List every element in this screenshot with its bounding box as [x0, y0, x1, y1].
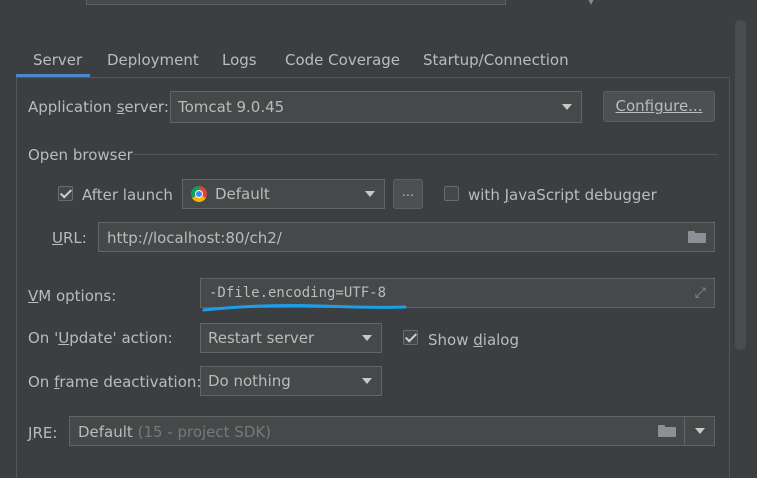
configure-button[interactable]: Configure... — [603, 91, 715, 122]
vm-options-value: -Dfile.encoding=UTF-8 — [209, 285, 387, 301]
chrome-icon — [191, 186, 207, 202]
frame-deactivation-label: On frame deactivation: — [28, 373, 202, 391]
tab-startup-connection[interactable]: Startup/Connection — [423, 51, 569, 73]
show-dialog-label: Show dialog — [428, 331, 520, 349]
chevron-down-icon — [362, 335, 372, 341]
application-server-label: Application server: — [28, 98, 169, 116]
jre-label: JRE: — [28, 424, 58, 442]
jre-input[interactable]: Default (15 - project SDK) — [69, 416, 685, 446]
chevron-down-icon — [695, 428, 705, 434]
update-action-label: On 'Update' action: — [28, 329, 173, 347]
application-server-value: Tomcat 9.0.45 — [178, 98, 285, 116]
browser-value: Default — [215, 185, 270, 203]
url-input[interactable]: http://localhost:80/ch2/ — [98, 222, 715, 252]
top-field-fragment — [86, 0, 506, 5]
browser-more-button[interactable]: ... — [393, 179, 423, 209]
folder-icon[interactable] — [688, 231, 706, 243]
chevron-down-icon — [362, 378, 372, 384]
url-label: URL: — [52, 229, 87, 247]
open-browser-separator — [132, 154, 718, 155]
after-launch-label: After launch — [82, 186, 173, 204]
after-launch-checkbox[interactable] — [58, 186, 73, 201]
js-debugger-label: with JavaScript debugger — [468, 186, 657, 204]
jre-dropdown-button[interactable] — [684, 416, 715, 446]
tab-code-coverage[interactable]: Code Coverage — [285, 51, 400, 73]
js-debugger-checkbox[interactable] — [444, 186, 459, 201]
open-browser-heading: Open browser — [28, 146, 133, 164]
expand-icon[interactable]: ⤢ — [695, 285, 706, 301]
tab-deployment[interactable]: Deployment — [107, 51, 199, 73]
chevron-down-icon — [562, 104, 572, 110]
chevron-down-icon — [365, 191, 375, 197]
update-action-value: Restart server — [208, 329, 315, 347]
url-value: http://localhost:80/ch2/ — [107, 229, 282, 247]
browser-select[interactable]: Default — [182, 179, 385, 209]
show-dialog-checkbox[interactable] — [403, 330, 418, 345]
jre-value: Default (15 - project SDK) — [78, 423, 272, 441]
top-icon-fragment: ▾ — [588, 0, 595, 8]
tab-server[interactable]: Server — [33, 51, 82, 73]
update-action-select[interactable]: Restart server — [200, 323, 382, 353]
tab-logs[interactable]: Logs — [222, 51, 257, 73]
annotation-underline — [202, 304, 407, 312]
application-server-select[interactable]: Tomcat 9.0.45 — [170, 91, 582, 123]
vm-options-label: VM options: — [28, 287, 117, 305]
frame-deactivation-value: Do nothing — [208, 372, 291, 390]
frame-deactivation-select[interactable]: Do nothing — [200, 366, 382, 396]
jre-hint: (15 - project SDK) — [137, 423, 272, 441]
vertical-scrollbar[interactable] — [735, 20, 746, 350]
folder-icon[interactable] — [658, 425, 676, 437]
